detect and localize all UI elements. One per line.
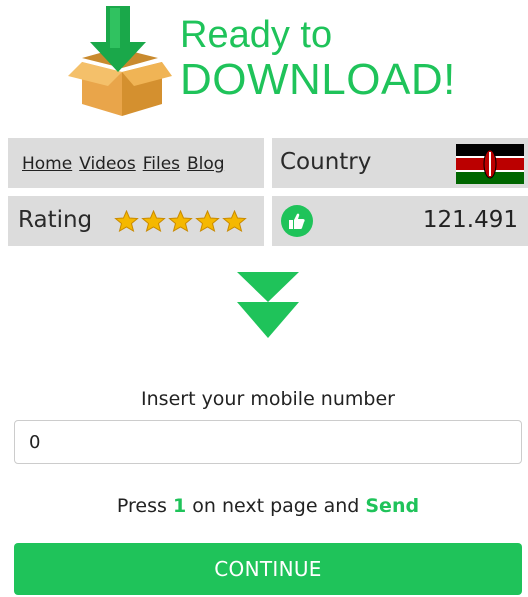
thumbs-up-icon <box>281 205 313 237</box>
country-label: Country <box>280 149 372 175</box>
rating-label: Rating <box>18 207 93 233</box>
phone-prompt: Insert your mobile number <box>141 388 395 410</box>
page-title: Ready to DOWNLOAD! <box>180 16 456 102</box>
rating-cell: Rating <box>8 196 264 246</box>
phone-input[interactable] <box>14 420 522 464</box>
star-icon <box>195 210 220 232</box>
hint-before: Press <box>116 495 167 517</box>
hint-action: Send <box>365 495 420 517</box>
title-line-2: DOWNLOAD! <box>180 55 456 104</box>
nav-cell: Home Videos Files Blog <box>8 138 264 188</box>
nav-links: Home Videos Files Blog <box>22 154 232 174</box>
star-rating <box>114 210 247 232</box>
likes-cell: 121.491 <box>272 196 528 246</box>
star-icon <box>168 210 193 232</box>
country-cell: Country <box>272 138 528 188</box>
nav-link-videos[interactable]: Videos <box>79 154 136 174</box>
continue-button[interactable]: CONTINUE <box>14 543 522 595</box>
kenya-flag-icon <box>456 144 524 184</box>
star-icon <box>114 210 139 232</box>
instruction-text: Press 1 on next page and Send <box>0 495 528 517</box>
double-chevron-down-icon <box>237 272 299 338</box>
hint-middle: on next page and <box>192 495 360 517</box>
nav-link-home[interactable]: Home <box>22 154 72 174</box>
title-line-1: Ready to <box>180 14 333 56</box>
nav-link-blog[interactable]: Blog <box>187 154 225 174</box>
download-box-icon <box>68 6 172 118</box>
star-icon <box>222 210 247 232</box>
nav-link-files[interactable]: Files <box>143 154 180 174</box>
star-icon <box>141 210 166 232</box>
hint-key: 1 <box>172 495 187 517</box>
likes-count: 121.491 <box>422 207 518 233</box>
